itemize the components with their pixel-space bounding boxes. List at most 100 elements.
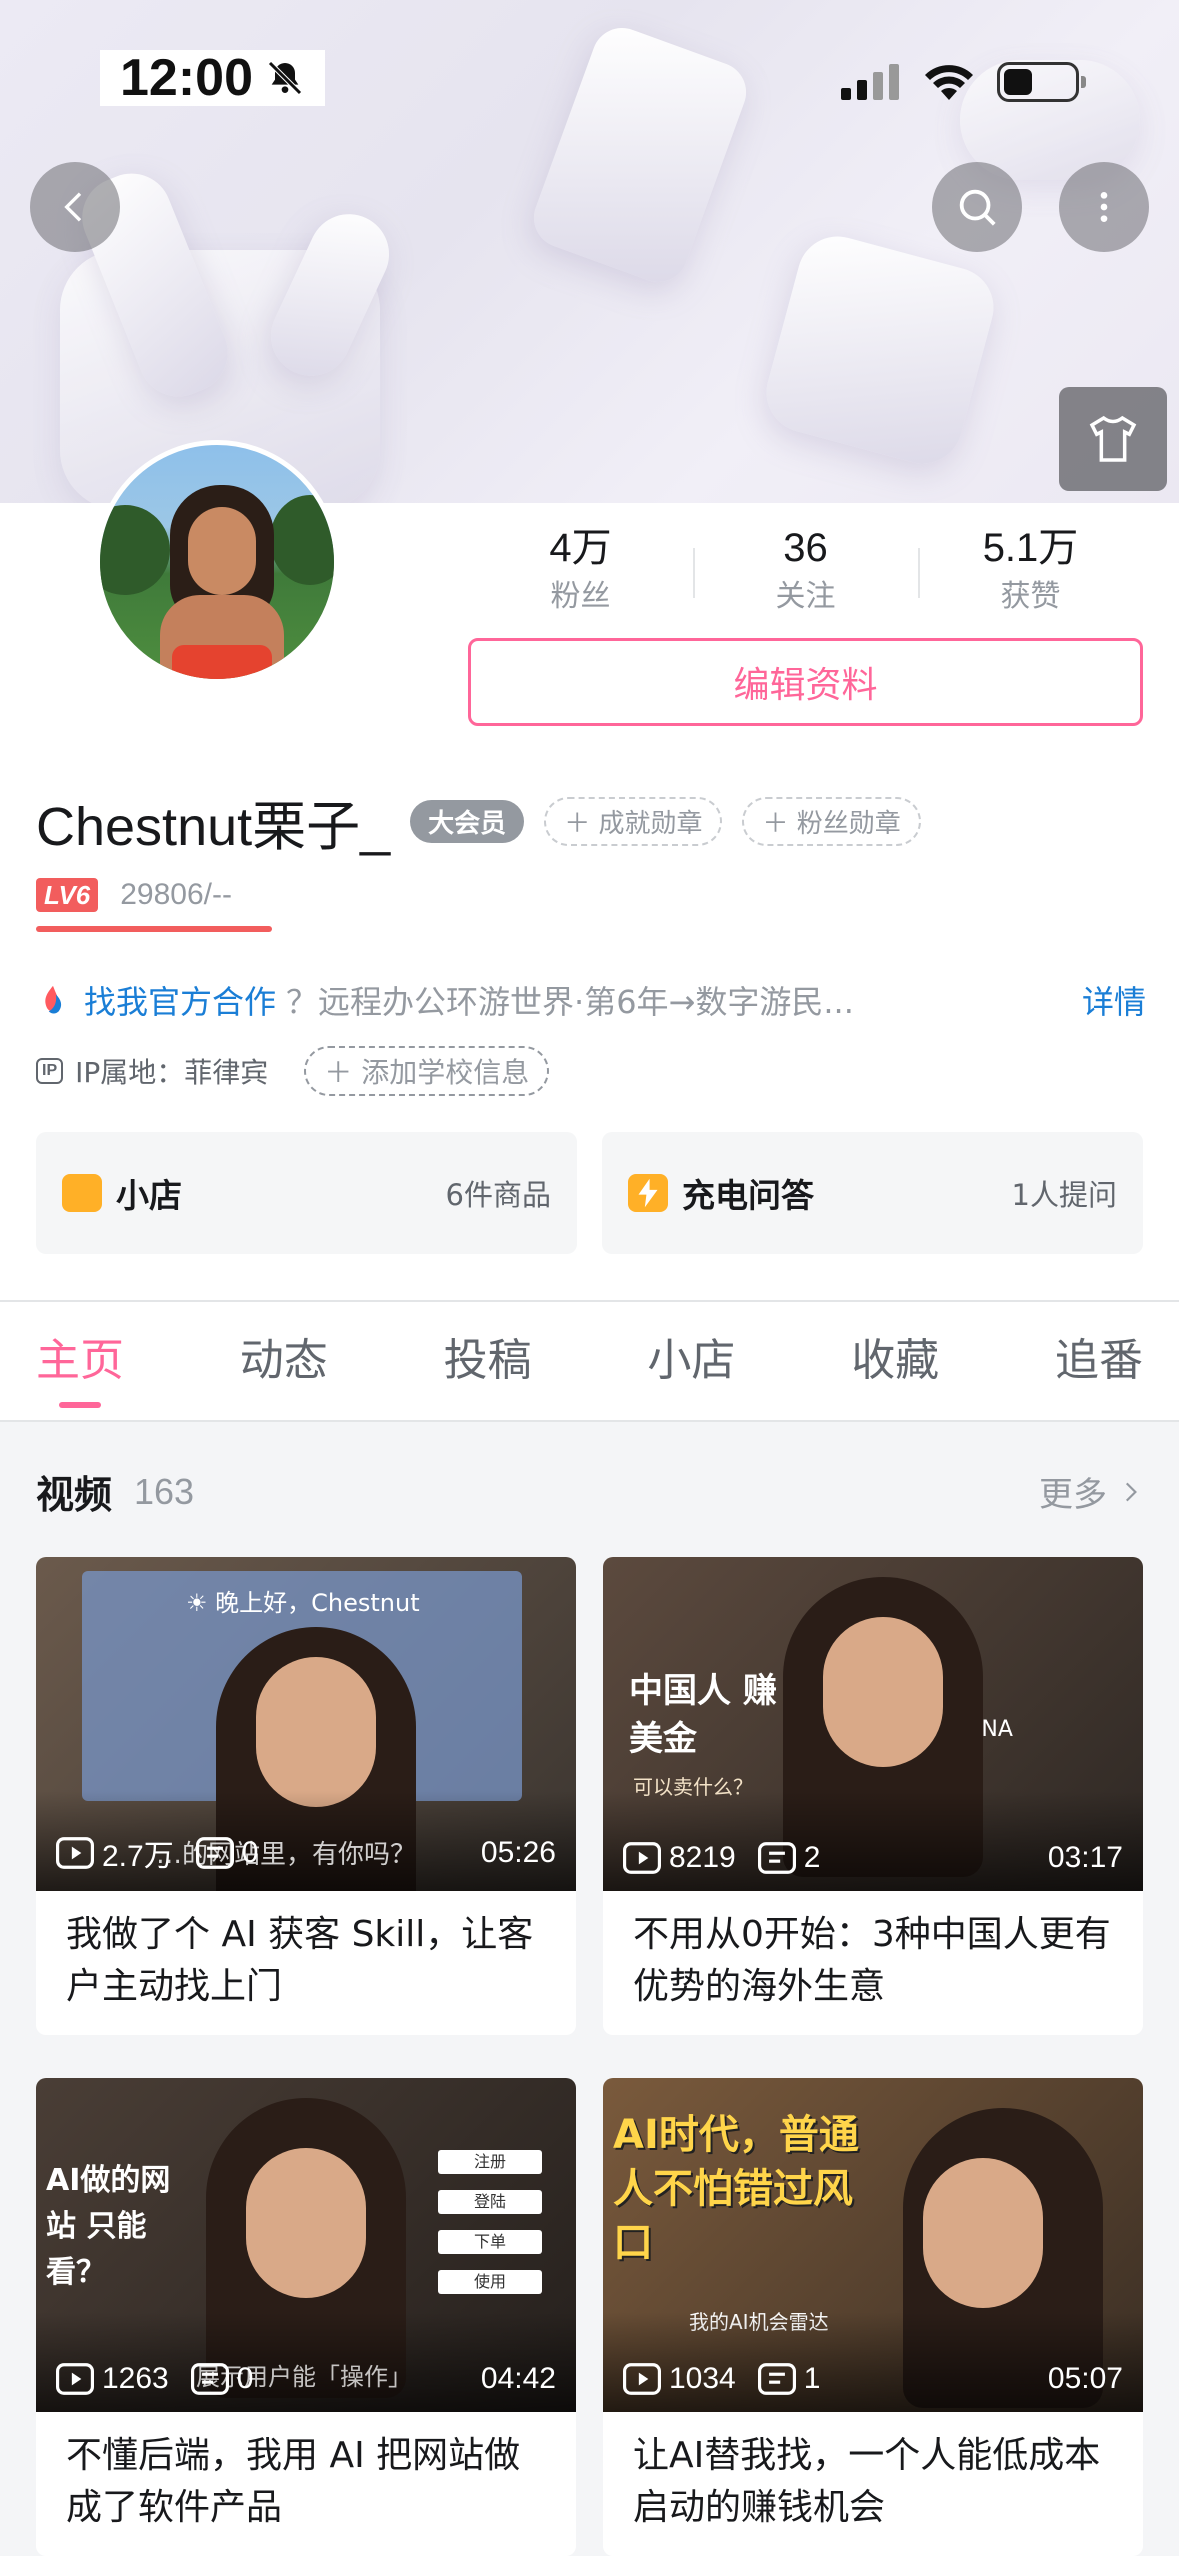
video-duration: 05:26 [480, 1836, 556, 1869]
stat-label: 关注 [775, 579, 836, 614]
bio-row: 找我官方合作 ？远程办公环游世界·第6年→数字游民... 详情 [36, 975, 1146, 1025]
search-button[interactable] [932, 162, 1022, 252]
stat-value: 36 [783, 526, 828, 570]
stat-label: 获赞 [1000, 579, 1061, 614]
play-count-icon [623, 1842, 661, 1874]
play-count-icon [56, 2363, 94, 2395]
play-count: 1034 [669, 2362, 736, 2395]
level-badge: LV6 [36, 878, 99, 912]
video-thumbnail: AI时代，普通人不怕错过风口 我的AI机会雷达 1034 1 05:07 [603, 2078, 1143, 2412]
thumbnail-overlay-text: AI做的网站 只能看？ [46, 2163, 171, 2290]
tshirt-icon [1089, 415, 1137, 462]
thumbnail-button: 下单 [438, 2230, 542, 2254]
charge-qa-card[interactable]: 充电问答 1人提问 [602, 1132, 1143, 1254]
more-vertical-icon [1100, 192, 1108, 222]
section-title: 视频 [36, 1473, 113, 1517]
cellular-signal-icon [841, 64, 899, 100]
comment-count-icon [195, 1837, 234, 1869]
experience-value: 29806/-- [120, 878, 232, 911]
battery-icon [997, 62, 1086, 102]
card-subtitle: 6件商品 [445, 1178, 551, 1212]
video-meta: 8219 2 03:17 [623, 1841, 1123, 1875]
thumbnail-overlay-text: 中国人 赚美金 [629, 1671, 777, 1759]
play-count-icon [623, 2363, 661, 2395]
bio-text: ？远程办公环游世界·第6年→数字游民... [286, 983, 854, 1021]
fan-medal-button[interactable]: ＋ 粉丝勋章 [742, 797, 921, 846]
tab-dynamics[interactable]: 动态 [240, 1302, 328, 1420]
play-count: 1263 [102, 2362, 169, 2395]
tab-favorites[interactable]: 收藏 [851, 1302, 939, 1420]
chevron-right-icon [1125, 1482, 1137, 1501]
stat-following[interactable]: 36 关注 [693, 520, 918, 618]
thumbnail-overlay-text: ☀ 晚上好，Chestnut [186, 1589, 420, 1617]
comment-count-icon [757, 2363, 796, 2395]
tab-home[interactable]: 主页 [36, 1302, 124, 1420]
level-row[interactable]: LV6 29806/-- [36, 878, 232, 912]
lightning-icon [628, 1174, 668, 1212]
video-meta: 1034 1 05:07 [623, 2362, 1123, 2396]
thumbnail-button: 登陆 [438, 2190, 542, 2214]
cooperation-icon [45, 985, 62, 1014]
wifi-icon [925, 65, 973, 100]
thumbnail-button: 注册 [438, 2150, 542, 2174]
thumbnail-button: 使用 [438, 2270, 542, 2294]
status-bar: 12:00 [0, 0, 1179, 170]
stat-value: 5.1万 [982, 526, 1079, 570]
video-title: 我做了个 AI 获客 Skill，让客户主动找上门 [66, 1914, 534, 2007]
tab-shop[interactable]: 小店 [647, 1302, 735, 1420]
comment-count: 0 [241, 1836, 259, 1869]
play-count: 8219 [669, 1841, 736, 1874]
card-title: 小店 [116, 1176, 182, 1215]
name-row: Chestnut栗子_ 大会员 ＋ 成就勋章 ＋ 粉丝勋章 [36, 782, 921, 861]
section-count: 163 [134, 1470, 195, 1512]
tab-uploads[interactable]: 投稿 [444, 1302, 532, 1420]
shop-icon [62, 1174, 102, 1212]
official-cooperation-link[interactable]: 找我官方合作 [84, 977, 276, 1023]
avatar[interactable] [95, 440, 339, 684]
ip-row: IP IP属地：菲律宾 ＋ 添加学校信息 [36, 1046, 550, 1096]
thumbnail-button-list: 注册 登陆 下单 使用 [438, 2150, 542, 2294]
ip-icon: IP [36, 1058, 64, 1084]
video-duration: 04:42 [480, 2362, 556, 2395]
more-button[interactable] [1059, 162, 1149, 252]
level-progress-bar [36, 926, 272, 932]
video-title: 让AI替我找，一个人能低成本启动的赚钱机会 [633, 2435, 1101, 2528]
shop-card[interactable]: 小店 6件商品 [36, 1132, 577, 1254]
medal-label: 成就勋章 [598, 809, 703, 839]
edit-profile-button[interactable]: 编辑资料 [468, 638, 1143, 726]
stat-followers[interactable]: 4万 粉丝 [468, 520, 693, 618]
medal-label: 粉丝勋章 [796, 809, 901, 839]
details-link[interactable]: 详情 [1082, 977, 1146, 1023]
tab-anime[interactable]: 追番 [1055, 1302, 1143, 1420]
comment-count-icon [190, 2363, 229, 2395]
video-card[interactable]: AI时代，普通人不怕错过风口 我的AI机会雷达 1034 1 05:07 让AI… [603, 2078, 1143, 2556]
card-title: 充电问答 [682, 1176, 814, 1215]
video-duration: 03:17 [1047, 1841, 1123, 1874]
comment-count: 0 [236, 2362, 254, 2395]
shortcut-cards: 小店 6件商品 充电问答 1人提问 [36, 1132, 1143, 1254]
chevron-left-icon [64, 192, 82, 222]
video-title: 不用从0开始：3种中国人更有优势的海外生意 [633, 1914, 1111, 2007]
add-school-button[interactable]: ＋ 添加学校信息 [304, 1046, 550, 1096]
video-card[interactable]: AI做的网站 只能看？ 注册 登陆 下单 使用 展示用户能「操作」 1263 0… [36, 2078, 576, 2556]
play-count: 2.7万 [102, 1840, 174, 1873]
videos-section-header: 视频 163 更多 [36, 1464, 1143, 1519]
thumbnail-overlay-text: AI时代，普通人不怕错过风口 [613, 2112, 859, 2266]
achievement-medal-button[interactable]: ＋ 成就勋章 [544, 797, 723, 846]
play-count-icon [56, 1837, 94, 1869]
video-thumbnail: AI做的网站 只能看？ 注册 登陆 下单 使用 展示用户能「操作」 1263 0… [36, 2078, 576, 2412]
video-thumbnail: 中国人 赚美金 可以卖什么？ CHINA 8219 2 03:17 [603, 1557, 1143, 1891]
more-videos-link[interactable]: 更多 [1039, 1467, 1143, 1516]
back-button[interactable] [30, 162, 120, 252]
video-thumbnail: ☀ 晚上好，Chestnut …的网站里，有你吗？ 2.7万 0 05:26 [36, 1557, 576, 1891]
school-label: 添加学校信息 [361, 1056, 530, 1089]
stat-value: 4万 [549, 526, 612, 570]
video-card[interactable]: 中国人 赚美金 可以卖什么？ CHINA 8219 2 03:17 不用从0开始… [603, 1557, 1143, 2035]
profile-stats: 4万 粉丝 36 关注 5.1万 获赞 [468, 520, 1143, 618]
dress-up-button[interactable] [1059, 387, 1167, 491]
vip-badge[interactable]: 大会员 [410, 800, 525, 843]
video-duration: 05:07 [1047, 2362, 1123, 2395]
stat-likes[interactable]: 5.1万 获赞 [918, 520, 1143, 618]
video-card[interactable]: ☀ 晚上好，Chestnut …的网站里，有你吗？ 2.7万 0 05:26 我… [36, 1557, 576, 2035]
video-title: 不懂后端，我用 AI 把网站做成了软件产品 [66, 2435, 521, 2528]
